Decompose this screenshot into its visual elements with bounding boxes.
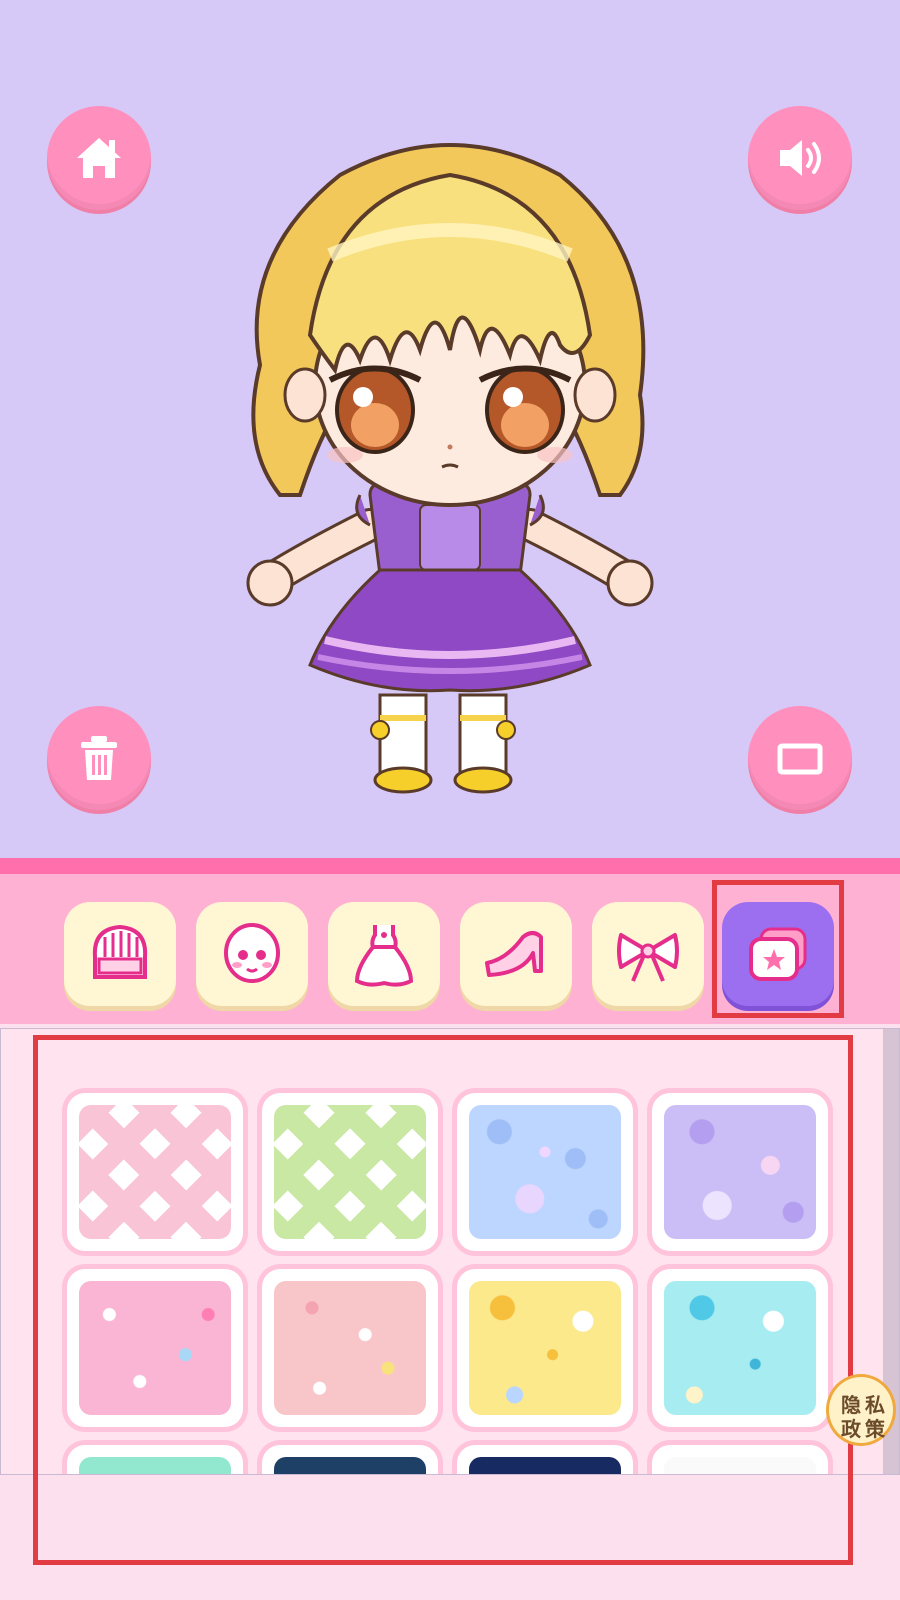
speaker-icon [780,140,821,176]
privacy-policy-badge[interactable]: 隐 私 政 策 [826,1374,896,1446]
dress-icon [354,925,414,987]
face-icon [224,923,280,983]
highlight-active-tab [712,880,844,1018]
privacy-char-3: 政 [841,1417,861,1441]
home-button[interactable] [47,106,151,210]
bow-icon [617,933,679,982]
rectangle-icon [777,743,823,775]
sound-button[interactable] [748,106,852,210]
tab-accessory[interactable] [592,902,704,1006]
fullscreen-button[interactable] [748,706,852,810]
tab-shoes[interactable] [460,902,572,1006]
delete-button[interactable] [47,706,151,810]
high-heel-icon [485,931,543,977]
highlight-background-grid [33,1035,853,1565]
hair-icon [92,924,148,979]
tab-dress[interactable] [328,902,440,1006]
tab-face[interactable] [196,902,308,1006]
tabbar-divider [0,858,900,874]
tab-hair[interactable] [64,902,176,1006]
home-icon [77,138,121,178]
trash-icon [81,736,117,780]
doll-character [246,143,654,794]
privacy-char-4: 策 [865,1417,885,1441]
doll-stage [0,0,900,858]
